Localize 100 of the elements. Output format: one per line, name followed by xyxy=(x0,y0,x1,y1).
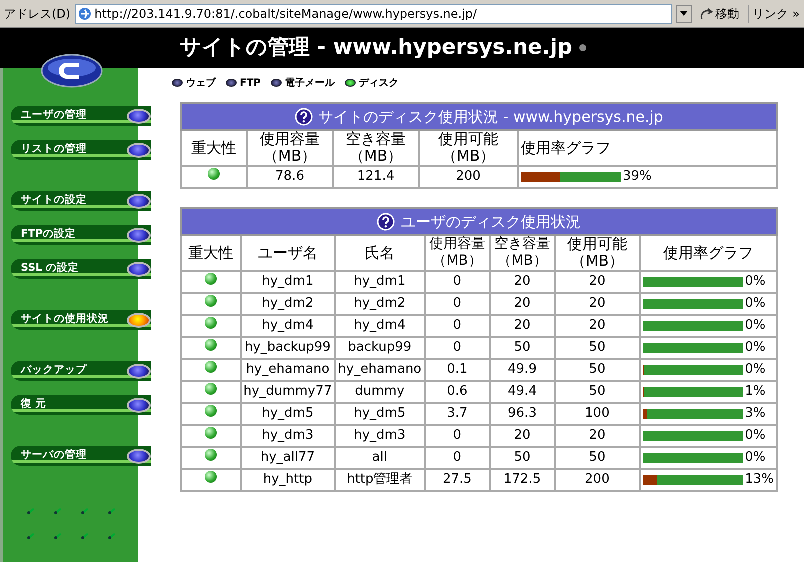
column-header: 重大性 xyxy=(188,244,234,262)
tab[interactable]: FTP xyxy=(226,76,261,90)
tab[interactable]: ディスク xyxy=(344,76,399,90)
table-cell: hy_dm2 xyxy=(240,293,336,315)
usage-percent: 0% xyxy=(745,295,766,314)
table-cell: 20 xyxy=(554,315,640,337)
url-field[interactable]: http://203.141.9.70:81/.cobalt/siteManage/www.hypersys.ne.jp/ xyxy=(74,4,672,24)
status-dot xyxy=(204,361,217,374)
usage-percent: 0% xyxy=(745,273,766,292)
table-cell: 121.4 xyxy=(333,166,419,188)
column-header: 使用率グラフ xyxy=(664,244,754,262)
table-cell: 0 xyxy=(424,425,490,447)
column-header: 使用可能（MB） xyxy=(438,131,500,165)
dropdown-button[interactable] xyxy=(676,4,692,22)
page-title: サイトの管理 - www.hypersys.ne.jp xyxy=(180,34,573,62)
arrow-icon[interactable] xyxy=(700,8,714,20)
sidebar-item[interactable]: SSL の設定 xyxy=(11,259,151,279)
column-header: ユーザ名 xyxy=(258,244,318,262)
chevron-icon[interactable]: » xyxy=(792,4,800,22)
table-cell: 49.4 xyxy=(490,381,555,403)
column-header: 使用可能（MB） xyxy=(566,236,628,270)
table-cell: hy_dm3 xyxy=(335,425,425,447)
table-cell: 50 xyxy=(490,337,555,359)
table-title: ユーザのディスク使用状況 xyxy=(401,212,581,233)
table-cell: 0 xyxy=(424,337,490,359)
table-cell: 27.5 xyxy=(424,469,490,491)
table-cell: hy_dm5 xyxy=(335,403,425,425)
table-cell: 49.9 xyxy=(490,359,555,381)
table-cell: 0.6 xyxy=(424,381,490,403)
sidebar-item[interactable]: サイトの設定 xyxy=(11,191,151,211)
status-dot xyxy=(204,383,217,396)
bullet-icon xyxy=(578,44,587,52)
usage-percent: 0% xyxy=(745,427,766,446)
tab[interactable]: ウェブ xyxy=(172,76,216,90)
status-dot xyxy=(204,295,217,308)
column-header: 空き容量（MB） xyxy=(345,131,407,165)
table-cell: 50 xyxy=(554,337,640,359)
usage-percent: 39% xyxy=(623,168,652,186)
usage-percent: 3% xyxy=(745,405,766,424)
help-icon xyxy=(377,212,395,231)
table-cell: hy_dm1 xyxy=(335,271,425,293)
sidebar-item[interactable]: サイトの使用状況 xyxy=(11,310,151,330)
table-cell: 96.3 xyxy=(490,403,555,425)
table-cell: 50 xyxy=(554,381,640,403)
sprout-icon xyxy=(54,508,62,515)
sprout-icon xyxy=(81,533,89,540)
table-cell: hy_ehamano xyxy=(335,359,425,381)
column-header: 使用容量（MB） xyxy=(259,131,321,165)
table-cell: http管理者 xyxy=(335,469,425,491)
status-dot xyxy=(204,427,217,440)
links-label[interactable]: リンク xyxy=(752,4,789,22)
table-cell: 50 xyxy=(554,447,640,469)
table-cell: hy_dm1 xyxy=(240,271,336,293)
table-cell: 20 xyxy=(490,293,555,315)
table-cell: hy_dummy77 xyxy=(240,381,336,403)
sprout-icon xyxy=(27,508,35,515)
table-cell: 20 xyxy=(554,293,640,315)
table-cell: hy_dm4 xyxy=(240,315,336,337)
caret-icon[interactable] xyxy=(680,11,688,16)
sidebar-item[interactable]: ユーザの管理 xyxy=(11,106,151,126)
sidebar-item[interactable]: サーバの管理 xyxy=(11,446,151,466)
address-label: アドレス(D) xyxy=(4,6,71,22)
usage-percent: 0% xyxy=(745,339,766,358)
table-cell: 0.1 xyxy=(424,359,490,381)
table-cell: 200 xyxy=(554,469,640,491)
column-header: 使用容量（MB） xyxy=(428,236,486,270)
table-cell: hy_backup99 xyxy=(240,337,336,359)
sprout-icon xyxy=(81,508,89,515)
table-cell: 172.5 xyxy=(490,469,555,491)
status-dot xyxy=(204,273,217,286)
table-cell: hy_dm3 xyxy=(240,425,336,447)
sidebar-item[interactable]: 復 元 xyxy=(11,395,151,415)
status-dot xyxy=(204,339,217,352)
table-cell: 0 xyxy=(424,293,490,315)
tab[interactable]: 電子メール xyxy=(270,76,335,90)
table-cell: dummy xyxy=(335,381,425,403)
table-cell: 20 xyxy=(490,315,555,337)
logo-icon xyxy=(41,54,103,88)
browser-icon xyxy=(78,6,92,20)
sidebar-item[interactable]: FTPの設定 xyxy=(11,225,151,245)
table-cell: backup99 xyxy=(335,337,425,359)
sidebar-item[interactable]: バックアップ xyxy=(11,361,151,381)
table-cell: 3.7 xyxy=(424,403,490,425)
table-cell: 50 xyxy=(490,447,555,469)
column-header: 空き容量（MB） xyxy=(494,236,552,270)
usage-percent: 0% xyxy=(745,449,766,468)
table-cell: 20 xyxy=(490,271,555,293)
usage-percent: 13% xyxy=(745,471,774,490)
status-dot xyxy=(204,405,217,418)
table-cell: hy_http xyxy=(240,469,336,491)
table-cell: 20 xyxy=(490,425,555,447)
table-cell: 200 xyxy=(419,166,518,188)
table-cell: 100 xyxy=(554,403,640,425)
table-cell: hy_dm2 xyxy=(335,293,425,315)
table-cell: hy_dm4 xyxy=(335,315,425,337)
status-dot xyxy=(208,168,220,180)
column-header: 使用率グラフ xyxy=(521,138,611,156)
sidebar-item[interactable]: リストの管理 xyxy=(11,140,151,160)
sprout-icon xyxy=(108,533,116,540)
status-dot xyxy=(204,471,217,484)
